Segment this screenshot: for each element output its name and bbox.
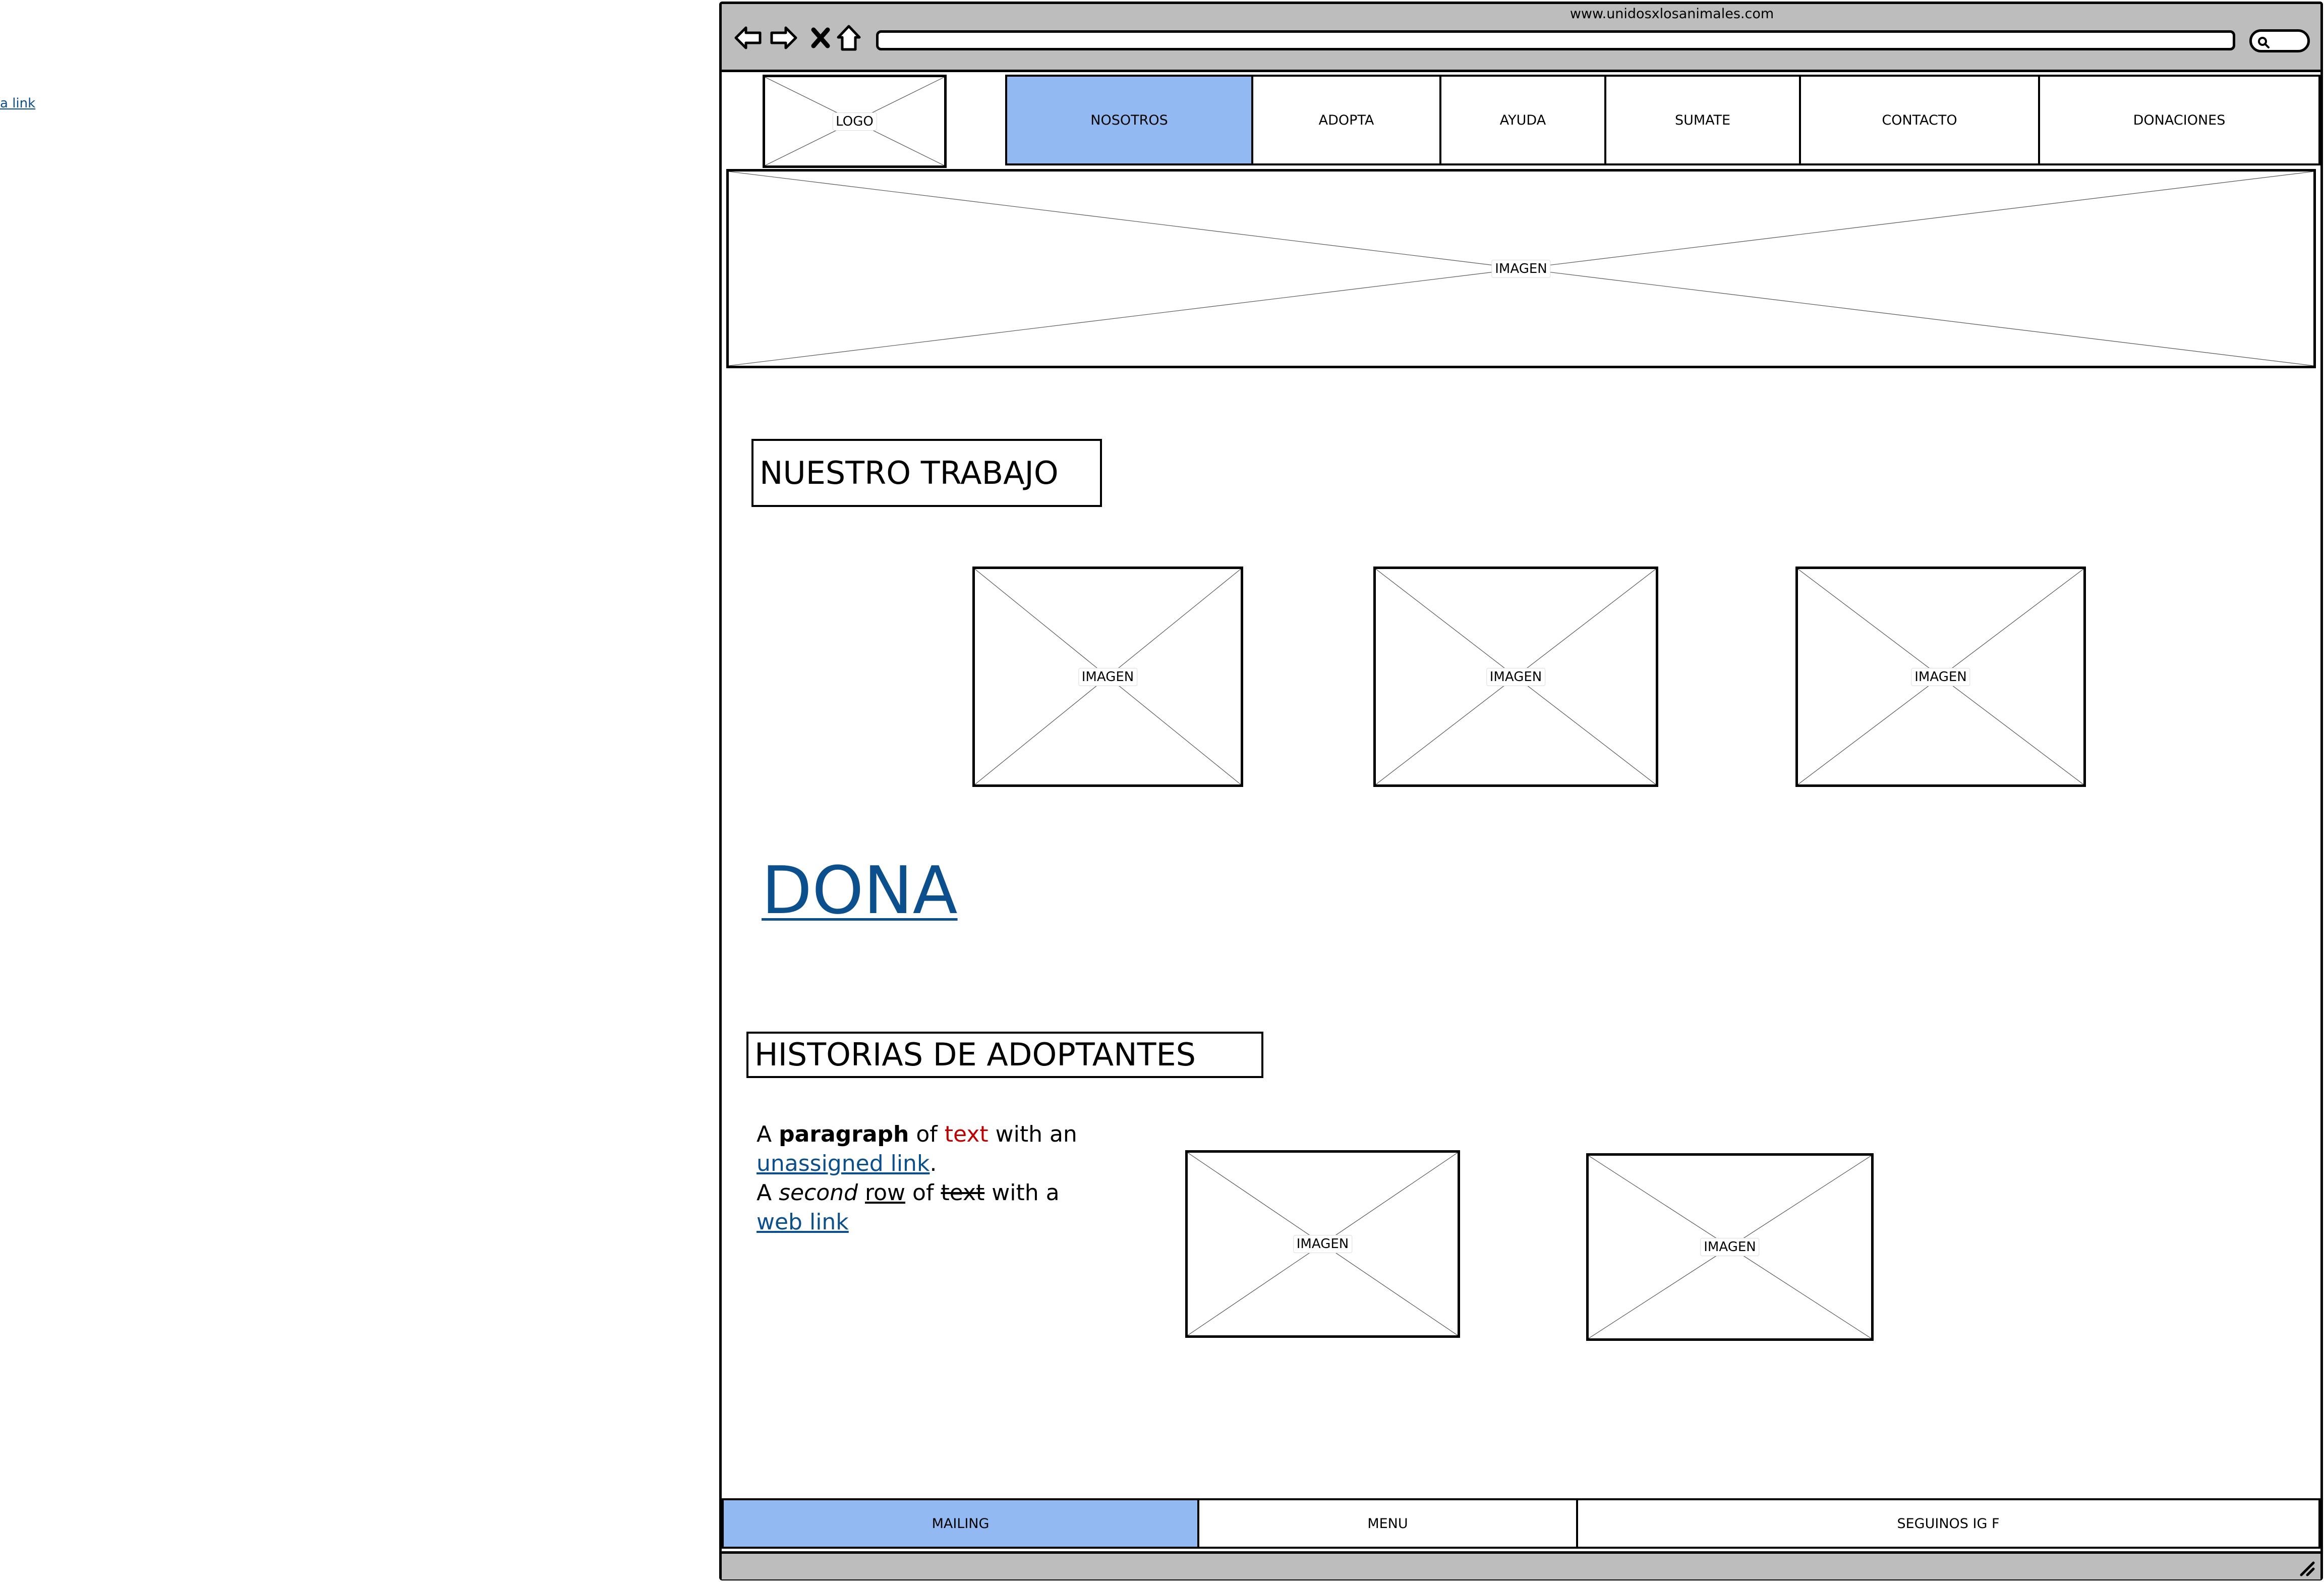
- nav-item-donaciones[interactable]: DONACIONES: [2038, 75, 2320, 165]
- nav-item-ayuda[interactable]: AYUDA: [1439, 75, 1606, 165]
- footer-item-mailing[interactable]: MAILING: [722, 1498, 1199, 1549]
- trabajo-image-3: IMAGEN: [1795, 567, 2086, 787]
- close-icon[interactable]: [805, 22, 836, 53]
- resize-handle-icon[interactable]: [2297, 1559, 2315, 1577]
- nav-item-contacto[interactable]: CONTACTO: [1799, 75, 2040, 165]
- nav-item-adopta[interactable]: ADOPTA: [1251, 75, 1441, 165]
- dona-link[interactable]: DONA: [762, 858, 958, 923]
- trabajo-image-1-label: IMAGEN: [1078, 667, 1138, 686]
- stray-link[interactable]: a link: [0, 96, 35, 111]
- trabajo-image-2-label: IMAGEN: [1486, 667, 1546, 686]
- historias-image-1: IMAGEN: [1185, 1150, 1460, 1338]
- hero-image-label: IMAGEN: [1491, 259, 1551, 278]
- trabajo-image-1: IMAGEN: [972, 567, 1243, 787]
- browser-status-bar: [722, 1551, 2320, 1579]
- trabajo-image-2: IMAGEN: [1373, 567, 1658, 787]
- forward-arrow-icon[interactable]: [768, 22, 799, 53]
- logo[interactable]: LOGO: [763, 75, 947, 168]
- logo-label: LOGO: [832, 112, 877, 131]
- nav-item-nosotros[interactable]: NOSOTROS: [1005, 75, 1253, 165]
- historias-image-2-label: IMAGEN: [1700, 1238, 1760, 1256]
- home-icon[interactable]: [833, 22, 864, 53]
- hero-image: IMAGEN: [726, 169, 2316, 368]
- web-link[interactable]: web link: [757, 1209, 849, 1235]
- search-field[interactable]: [2249, 29, 2310, 52]
- section-heading-trabajo: NUESTRO TRABAJO: [751, 439, 1102, 507]
- section-heading-historias: HISTORIAS DE ADOPTANTES: [746, 1032, 1263, 1078]
- unassigned-link[interactable]: unassigned link: [757, 1151, 929, 1176]
- address-bar[interactable]: [876, 30, 2235, 50]
- historias-paragraph: A paragraph of text with an unassigned l…: [757, 1121, 1077, 1235]
- historias-image-1-label: IMAGEN: [1293, 1235, 1353, 1253]
- footer-item-seguinos[interactable]: SEGUINOS IG F: [1576, 1498, 2320, 1549]
- historias-image-2: IMAGEN: [1586, 1153, 1874, 1341]
- nav-item-sumate[interactable]: SUMATE: [1604, 75, 1801, 165]
- back-arrow-icon[interactable]: [732, 22, 764, 53]
- url-text: www.unidosxlosanimales.com: [1570, 6, 1774, 22]
- search-icon: [2258, 37, 2270, 48]
- trabajo-image-3-label: IMAGEN: [1911, 667, 1970, 686]
- footer-item-menu[interactable]: MENU: [1197, 1498, 1578, 1549]
